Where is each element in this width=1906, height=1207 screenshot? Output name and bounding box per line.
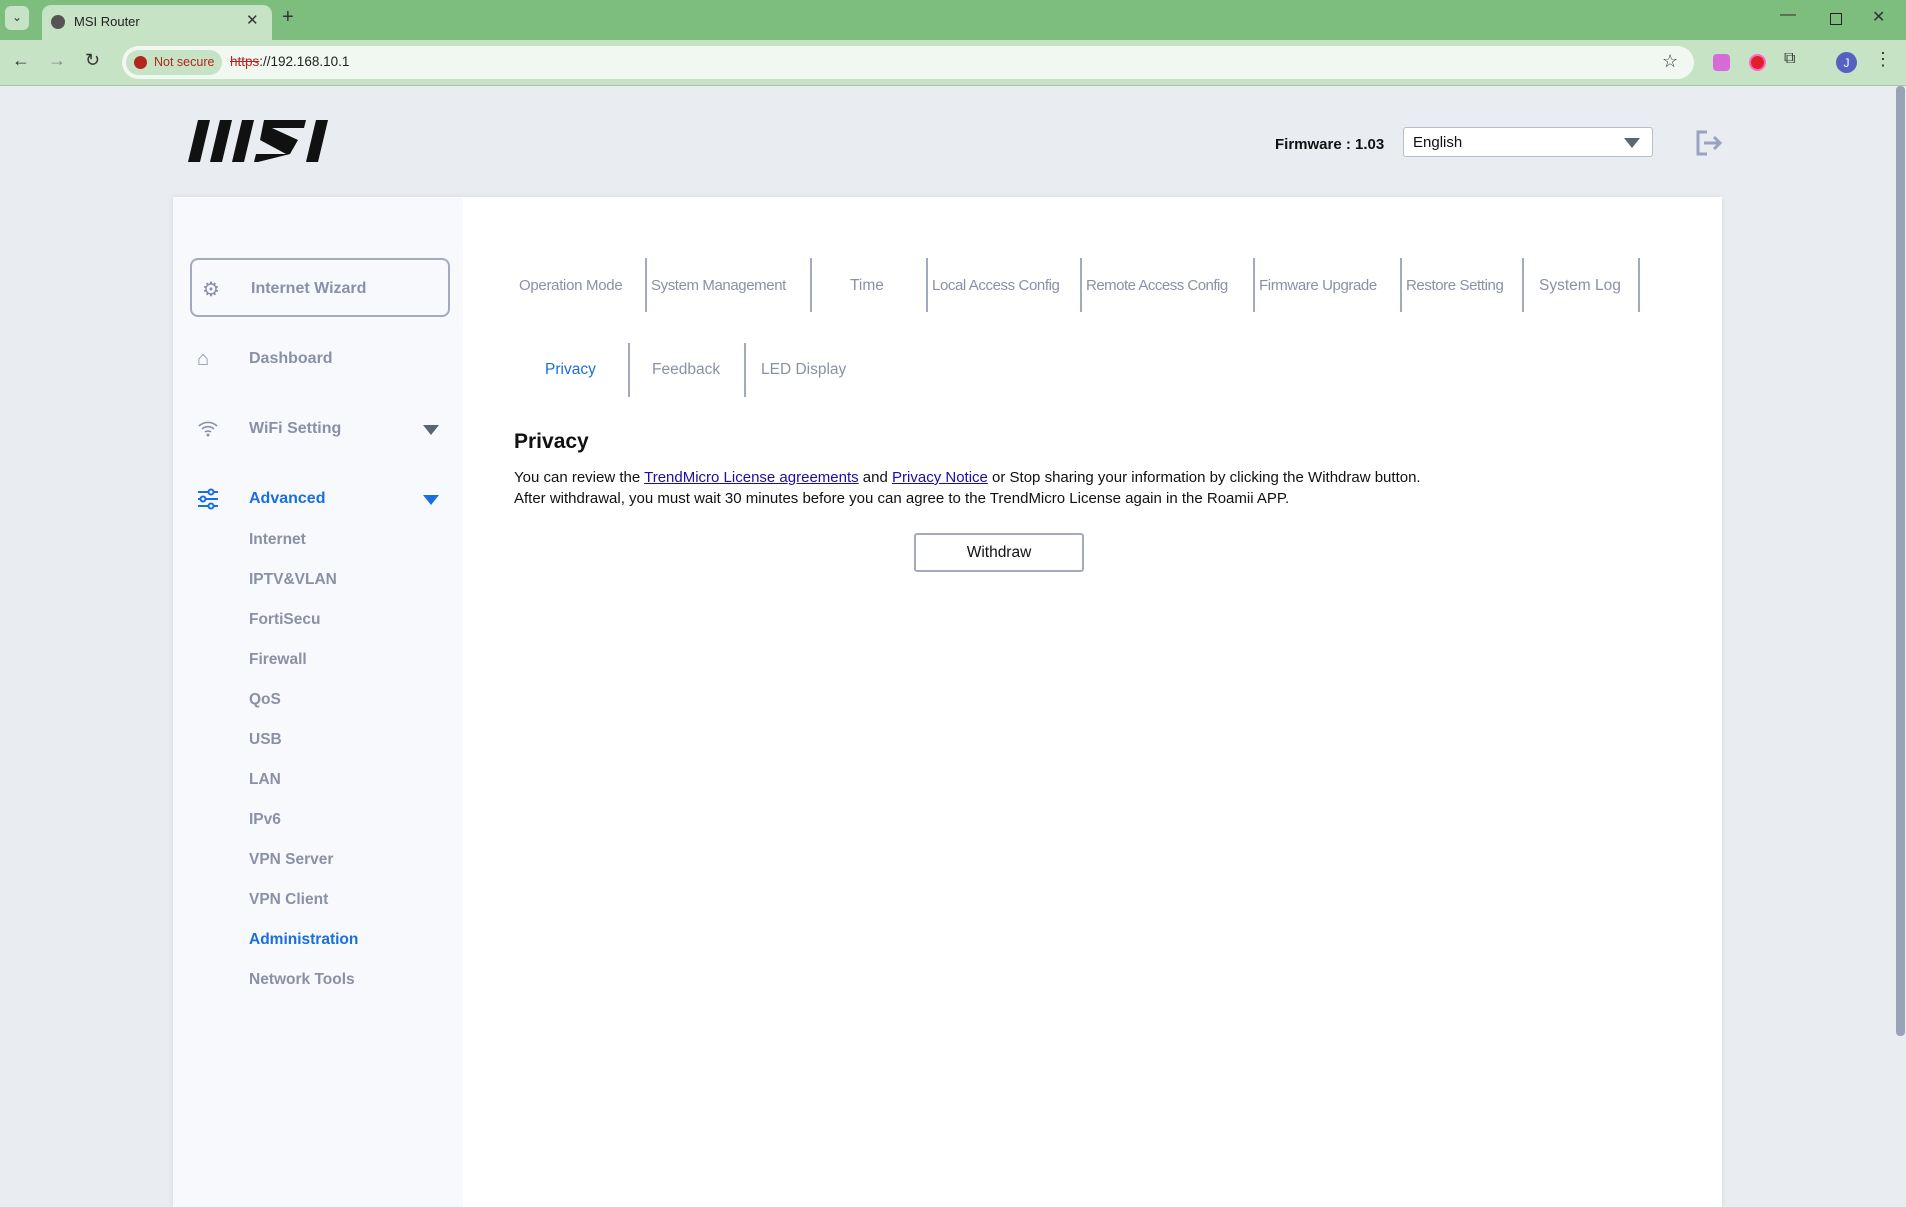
subtab-led-display[interactable]: LED Display bbox=[761, 361, 846, 379]
extensions-puzzle-icon[interactable]: ⧉ bbox=[1784, 50, 1795, 68]
language-value: English bbox=[1413, 134, 1463, 151]
forward-icon[interactable]: → bbox=[48, 50, 66, 71]
subtab-feedback[interactable]: Feedback bbox=[652, 361, 720, 379]
scrollbar-thumb[interactable] bbox=[1896, 86, 1905, 1036]
minimize-button[interactable]: — bbox=[1780, 6, 1796, 24]
sidebar: ⚙ Internet Wizard ⌂ Dashboard WiFi Settin… bbox=[173, 197, 463, 1207]
back-icon[interactable]: ← bbox=[12, 50, 30, 71]
sidebar-sub-usb[interactable]: USB bbox=[249, 731, 282, 749]
tab-system-log[interactable]: System Log bbox=[1539, 277, 1621, 295]
url-host: ://192.168.10.1 bbox=[259, 54, 350, 69]
tab-divider bbox=[1253, 258, 1255, 312]
scrollbar[interactable] bbox=[1895, 86, 1906, 1205]
sidebar-sub-network-tools[interactable]: Network Tools bbox=[249, 971, 355, 989]
sidebar-sub-firewall[interactable]: Firewall bbox=[249, 651, 307, 669]
gear-icon: ⚙ bbox=[202, 279, 220, 301]
tab-remote-access-config[interactable]: Remote Access Config bbox=[1086, 277, 1228, 294]
tab-divider bbox=[810, 258, 812, 312]
advanced-label: Advanced bbox=[249, 490, 326, 507]
tab-divider bbox=[1400, 258, 1402, 312]
tab-local-access-config[interactable]: Local Access Config bbox=[932, 277, 1060, 294]
main-card: ⚙ Internet Wizard ⌂ Dashboard WiFi Settin… bbox=[173, 197, 1722, 1207]
withdrawal-note: After withdrawal, you must wait 30 minut… bbox=[514, 490, 1290, 507]
text: and bbox=[858, 469, 893, 486]
close-window-button[interactable]: ✕ bbox=[1872, 7, 1885, 27]
new-tab-button[interactable]: + bbox=[282, 6, 294, 29]
sidebar-sub-administration[interactable]: Administration bbox=[249, 931, 358, 949]
trendmicro-license-link[interactable]: TrendMicro License agreements bbox=[644, 469, 859, 486]
tab-divider bbox=[1638, 258, 1640, 312]
tab-search-button[interactable]: ⌄ bbox=[5, 6, 29, 30]
tab-title: MSI Router bbox=[74, 14, 140, 29]
msi-logo bbox=[188, 120, 328, 162]
sidebar-sub-internet[interactable]: Internet bbox=[249, 531, 306, 549]
text: or Stop sharing your information by clic… bbox=[987, 469, 1421, 486]
tab-divider bbox=[645, 258, 647, 312]
firmware-version: Firmware : 1.03 bbox=[1275, 136, 1385, 153]
profile-avatar[interactable]: J bbox=[1836, 52, 1857, 73]
address-bar[interactable]: Not secure https://192.168.10.1 ☆ bbox=[122, 46, 1694, 79]
logout-icon[interactable] bbox=[1695, 130, 1723, 156]
maximize-button[interactable] bbox=[1830, 13, 1842, 25]
tab-divider bbox=[1522, 258, 1524, 312]
tab-system-management[interactable]: System Management bbox=[651, 277, 786, 294]
tab-restore-setting[interactable]: Restore Setting bbox=[1406, 277, 1504, 294]
tab-firmware-upgrade[interactable]: Firmware Upgrade bbox=[1259, 277, 1377, 294]
sidebar-item-dashboard[interactable]: ⌂ Dashboard bbox=[173, 344, 463, 374]
privacy-notice-link[interactable]: Privacy Notice bbox=[892, 469, 988, 486]
sidebar-sub-vpn-server[interactable]: VPN Server bbox=[249, 851, 333, 869]
not-secure-label: Not secure bbox=[154, 55, 215, 69]
tab-divider bbox=[926, 258, 928, 312]
tab-operation-mode[interactable]: Operation Mode bbox=[519, 277, 623, 294]
reload-icon[interactable]: ↻ bbox=[85, 50, 100, 71]
sidebar-sub-vpn-client[interactable]: VPN Client bbox=[249, 891, 328, 909]
withdraw-button[interactable]: Withdraw bbox=[914, 533, 1084, 572]
tab-divider bbox=[1080, 258, 1082, 312]
sidebar-item-advanced[interactable]: Advanced bbox=[173, 484, 463, 514]
wizard-label: Internet Wizard bbox=[251, 280, 367, 297]
text: You can review the bbox=[514, 469, 645, 486]
browser-toolbar: ← → ↻ Not secure https://192.168.10.1 ☆ … bbox=[0, 40, 1906, 86]
globe-icon bbox=[51, 15, 65, 29]
browser-tab-strip: ⌄ MSI Router ✕ + — ✕ bbox=[0, 0, 1906, 40]
menu-kebab-icon[interactable]: ⋮ bbox=[1874, 49, 1892, 70]
sidebar-sub-qos[interactable]: QoS bbox=[249, 691, 281, 709]
sidebar-sub-lan[interactable]: LAN bbox=[249, 771, 281, 789]
sidebar-sub-ipv6[interactable]: IPv6 bbox=[249, 811, 281, 829]
subtab-privacy[interactable]: Privacy bbox=[545, 361, 596, 379]
browser-tab[interactable]: MSI Router ✕ bbox=[42, 5, 272, 40]
not-secure-chip[interactable]: Not secure bbox=[126, 50, 222, 75]
dashboard-label: Dashboard bbox=[249, 350, 333, 367]
close-tab-icon[interactable]: ✕ bbox=[246, 11, 259, 29]
url-text: https://192.168.10.1 bbox=[230, 54, 349, 69]
home-icon: ⌂ bbox=[197, 348, 210, 370]
language-select[interactable]: English bbox=[1403, 127, 1653, 157]
extension-icon[interactable] bbox=[1713, 54, 1730, 71]
warning-icon bbox=[134, 56, 147, 69]
wifi-icon bbox=[198, 421, 218, 437]
chevron-down-icon bbox=[423, 495, 439, 505]
url-scheme: https bbox=[230, 54, 260, 69]
sidebar-sub-fortisecu[interactable]: FortiSecu bbox=[249, 611, 320, 629]
privacy-description: You can review the TrendMicro License ag… bbox=[514, 467, 1421, 509]
subtab-divider bbox=[628, 343, 630, 397]
chevron-down-icon bbox=[423, 425, 439, 435]
sidebar-item-wifi[interactable]: WiFi Setting bbox=[173, 414, 463, 444]
chevron-down-icon bbox=[1624, 138, 1640, 148]
subtab-divider bbox=[744, 343, 746, 397]
section-title: Privacy bbox=[514, 430, 589, 453]
bookmark-star-icon[interactable]: ☆ bbox=[1662, 51, 1678, 72]
sliders-icon bbox=[198, 488, 218, 510]
wifi-label: WiFi Setting bbox=[249, 420, 342, 437]
record-extension-icon[interactable] bbox=[1749, 54, 1766, 71]
tab-time[interactable]: Time bbox=[850, 277, 884, 295]
sidebar-sub-iptv-vlan[interactable]: IPTV&VLAN bbox=[249, 571, 337, 589]
internet-wizard-button[interactable]: ⚙ Internet Wizard bbox=[190, 258, 450, 317]
